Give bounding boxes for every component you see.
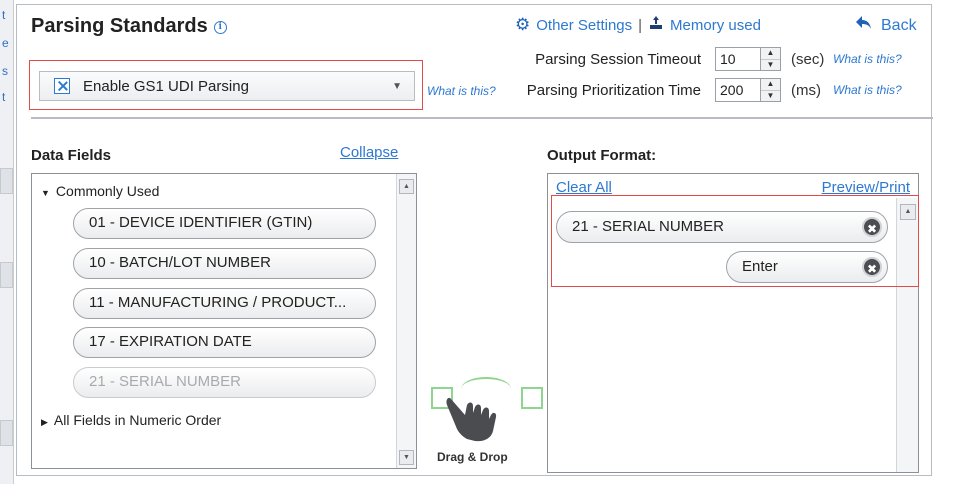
page-title-text: Parsing Standards: [31, 15, 208, 37]
collapsed-triangle-icon: ▶: [41, 417, 48, 427]
field-pill[interactable]: 10 - BATCH/LOT NUMBER: [73, 248, 376, 279]
prioritization-input[interactable]: 200: [715, 78, 761, 102]
left-strip-fragment: s: [2, 64, 8, 78]
decrement-icon[interactable]: ▼: [761, 89, 780, 101]
expanded-triangle-icon: ▼: [41, 188, 50, 198]
left-strip-fragment: t: [2, 90, 6, 104]
data-fields-scrollbar[interactable]: ▲ ▼: [396, 174, 416, 468]
left-strip-tab[interactable]: [0, 168, 13, 194]
output-format-title: Output Format:: [547, 147, 657, 164]
field-pill-disabled: 21 - SERIAL NUMBER: [73, 367, 376, 398]
page-title: Parsing Standards i: [31, 15, 227, 38]
prioritization-unit: (ms): [791, 81, 821, 99]
decrement-icon[interactable]: ▼: [761, 58, 780, 70]
enable-gs1-label: Enable GS1 UDI Parsing: [83, 77, 249, 95]
prioritization-label: Parsing Prioritization Time: [526, 81, 701, 99]
timeout-row: Parsing Session Timeout 10 ▲ ▼ (sec) What…: [515, 47, 902, 71]
timeout-input[interactable]: 10: [715, 47, 761, 71]
prioritization-help-link[interactable]: What is this?: [833, 83, 902, 97]
clear-all-link[interactable]: Clear All: [556, 179, 612, 196]
data-fields-list: ▼ Commonly Used 01 - DEVICE IDENTIFIER (G…: [31, 173, 417, 469]
back-button[interactable]: Back: [855, 15, 917, 36]
prioritization-row: Parsing Prioritization Time 200 ▲ ▼ (ms) …: [515, 78, 902, 102]
timeout-unit: (sec): [791, 50, 825, 68]
data-fields-title: Data Fields: [31, 147, 112, 164]
memory-used-link[interactable]: Memory used: [670, 17, 761, 34]
enable-highlight: Enable GS1 UDI Parsing ▼: [29, 60, 423, 110]
increment-icon[interactable]: ▲: [761, 79, 780, 90]
drag-target-square: [521, 387, 543, 409]
preview-print-link[interactable]: Preview/Print: [822, 179, 910, 196]
links-separator: |: [638, 16, 643, 34]
field-pill[interactable]: 17 - EXPIRATION DATE: [73, 327, 376, 358]
field-pill[interactable]: 11 - MANUFACTURING / PRODUCT...: [73, 288, 376, 319]
output-highlight: [551, 195, 919, 287]
scroll-down-icon[interactable]: ▼: [399, 450, 414, 465]
back-label: Back: [881, 16, 917, 34]
info-icon[interactable]: i: [213, 21, 227, 34]
collapse-link[interactable]: Collapse: [340, 144, 398, 161]
left-strip-tab[interactable]: [0, 420, 13, 446]
field-pill[interactable]: 01 - DEVICE IDENTIFIER (GTIN): [73, 208, 376, 239]
prioritization-stepper[interactable]: 200 ▲ ▼: [715, 78, 781, 102]
enable-help-link[interactable]: What is this?: [427, 84, 496, 98]
other-settings-link[interactable]: Other Settings: [536, 17, 632, 34]
hand-drag-icon: [446, 397, 497, 442]
back-arrow-icon: [855, 15, 873, 36]
left-strip-tab[interactable]: [0, 262, 13, 288]
chevron-down-icon[interactable]: ▼: [392, 81, 402, 92]
group-commonly-used[interactable]: ▼ Commonly Used: [41, 183, 159, 199]
section-divider: [31, 117, 933, 119]
memory-icon[interactable]: [648, 15, 664, 35]
group-label: All Fields in Numeric Order: [53, 412, 222, 428]
timeout-help-link[interactable]: What is this?: [833, 52, 902, 66]
parsing-standards-panel: Parsing Standards i ⚙ Other Settings | Me…: [16, 4, 933, 476]
left-side-strip: t e s t: [0, 0, 14, 484]
scroll-up-icon[interactable]: ▲: [399, 179, 414, 194]
left-strip-fragment: e: [2, 36, 9, 50]
group-label: Commonly Used: [55, 183, 160, 199]
group-all-fields[interactable]: ▶ All Fields in Numeric Order: [41, 412, 221, 428]
enable-gs1-select[interactable]: Enable GS1 UDI Parsing ▼: [39, 71, 415, 101]
timeout-stepper[interactable]: 10 ▲ ▼: [715, 47, 781, 71]
increment-icon[interactable]: ▲: [761, 48, 780, 59]
left-strip-fragment: t: [2, 8, 6, 22]
timeout-label: Parsing Session Timeout: [535, 50, 701, 68]
top-links: ⚙ Other Settings | Memory used: [515, 15, 761, 35]
gear-icon[interactable]: ⚙: [515, 15, 530, 35]
checkbox-icon[interactable]: [54, 78, 70, 94]
drag-drop-label: Drag & Drop: [437, 450, 508, 464]
